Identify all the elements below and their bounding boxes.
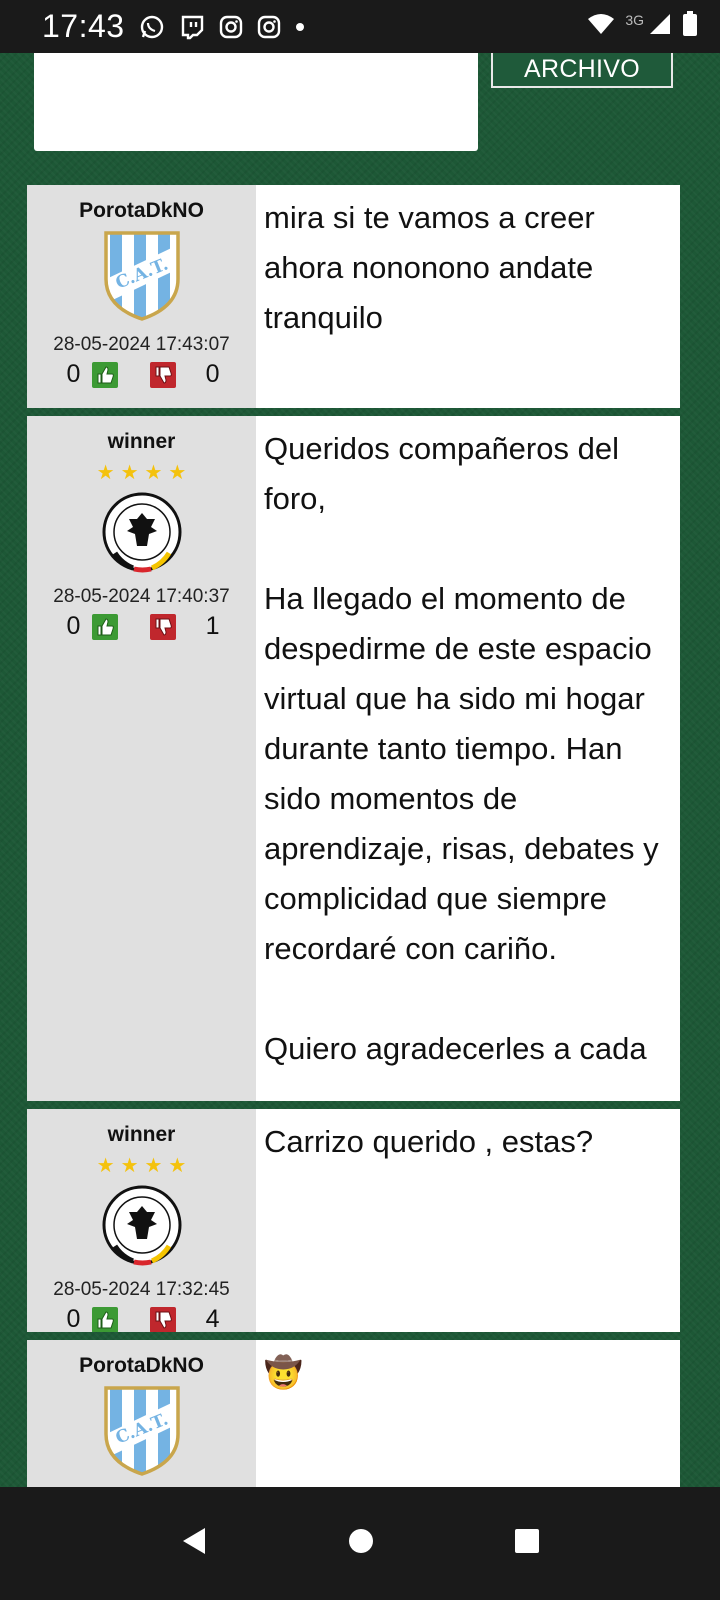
post-body: 🤠 <box>256 1340 680 1500</box>
wifi-icon <box>587 12 615 41</box>
search-box[interactable] <box>34 53 478 151</box>
vote-bar: 0 0 <box>52 360 232 389</box>
signal-icon <box>648 12 672 41</box>
home-icon[interactable] <box>347 1527 375 1560</box>
post-date: 28-05-2024 17:32:45 <box>53 1279 230 1300</box>
post-body: Queridos compañeros del foro, Ha llegado… <box>256 416 680 1101</box>
whatsapp-icon <box>139 14 165 40</box>
dislike-count: 0 <box>205 360 220 388</box>
vote-bar: 0 4 <box>52 1305 232 1332</box>
thumbs-down-icon[interactable] <box>149 361 176 388</box>
back-icon[interactable] <box>179 1526 209 1561</box>
rating-stars: ★★★★ <box>96 1155 193 1177</box>
cat-crest-avatar: C.A.T. <box>102 1384 182 1481</box>
post-author-panel: PorotaDkNO C.A.T. 28-05-2024 17:43:07 0 … <box>27 185 256 408</box>
thumbs-up-icon[interactable] <box>91 1306 118 1332</box>
notification-icons <box>139 14 305 40</box>
post-body: mira si te vamos a creer ahora nononono … <box>256 185 680 408</box>
network-type: 3G <box>625 11 644 28</box>
twitch-icon <box>179 14 205 40</box>
thumbs-up-icon[interactable] <box>91 361 118 388</box>
instagram-icon <box>257 15 281 39</box>
post-author-panel: PorotaDkNO C.A.T. <box>27 1340 256 1500</box>
recents-icon[interactable] <box>513 1527 541 1560</box>
post-username[interactable]: winner <box>108 430 176 454</box>
post-username[interactable]: PorotaDkNO <box>79 199 204 223</box>
post-author-panel: winner ★★★★ 28-05-2024 17:40:37 0 1 <box>27 416 256 1101</box>
post: PorotaDkNO C.A.T. 28-05-2024 17:43:07 0 … <box>27 185 680 408</box>
thumbs-down-icon[interactable] <box>149 613 176 640</box>
thumbs-up-icon[interactable] <box>91 613 118 640</box>
status-time: 17:43 <box>42 8 125 44</box>
post-author-panel: winner ★★★★ 28-05-2024 17:32:45 0 4 <box>27 1109 256 1332</box>
cat-crest-avatar: C.A.T. <box>102 229 182 326</box>
status-bar: 17:43 3G <box>0 0 720 53</box>
post-list: PorotaDkNO C.A.T. 28-05-2024 17:43:07 0 … <box>27 185 680 1508</box>
post-date: 28-05-2024 17:43:07 <box>53 334 230 355</box>
vote-bar: 0 1 <box>52 612 232 641</box>
navigation-bar <box>0 1487 720 1600</box>
like-count: 0 <box>66 360 81 388</box>
post-body: Carrizo querido , estas? <box>256 1109 680 1332</box>
battery-icon <box>682 11 698 42</box>
post-username[interactable]: PorotaDkNO <box>79 1354 204 1378</box>
archivo-button[interactable]: ARCHIVO <box>491 53 673 88</box>
post: PorotaDkNO C.A.T. 🤠 <box>27 1340 680 1500</box>
dot-icon <box>295 22 305 32</box>
dfb-crest-avatar <box>101 1184 183 1271</box>
dfb-crest-avatar <box>101 491 183 578</box>
like-count: 0 <box>66 612 81 640</box>
rating-stars: ★★★★ <box>96 462 193 484</box>
post-username[interactable]: winner <box>108 1123 176 1147</box>
dislike-count: 1 <box>205 612 220 640</box>
post: winner ★★★★ 28-05-2024 17:32:45 0 4 Carr… <box>27 1109 680 1332</box>
post-date: 28-05-2024 17:40:37 <box>53 586 230 607</box>
dislike-count: 4 <box>205 1305 220 1332</box>
thumbs-down-icon[interactable] <box>149 1306 176 1332</box>
instagram-icon <box>219 15 243 39</box>
system-icons: 3G <box>587 11 698 42</box>
post: winner ★★★★ 28-05-2024 17:40:37 0 1 Quer… <box>27 416 680 1101</box>
like-count: 0 <box>66 1305 81 1332</box>
